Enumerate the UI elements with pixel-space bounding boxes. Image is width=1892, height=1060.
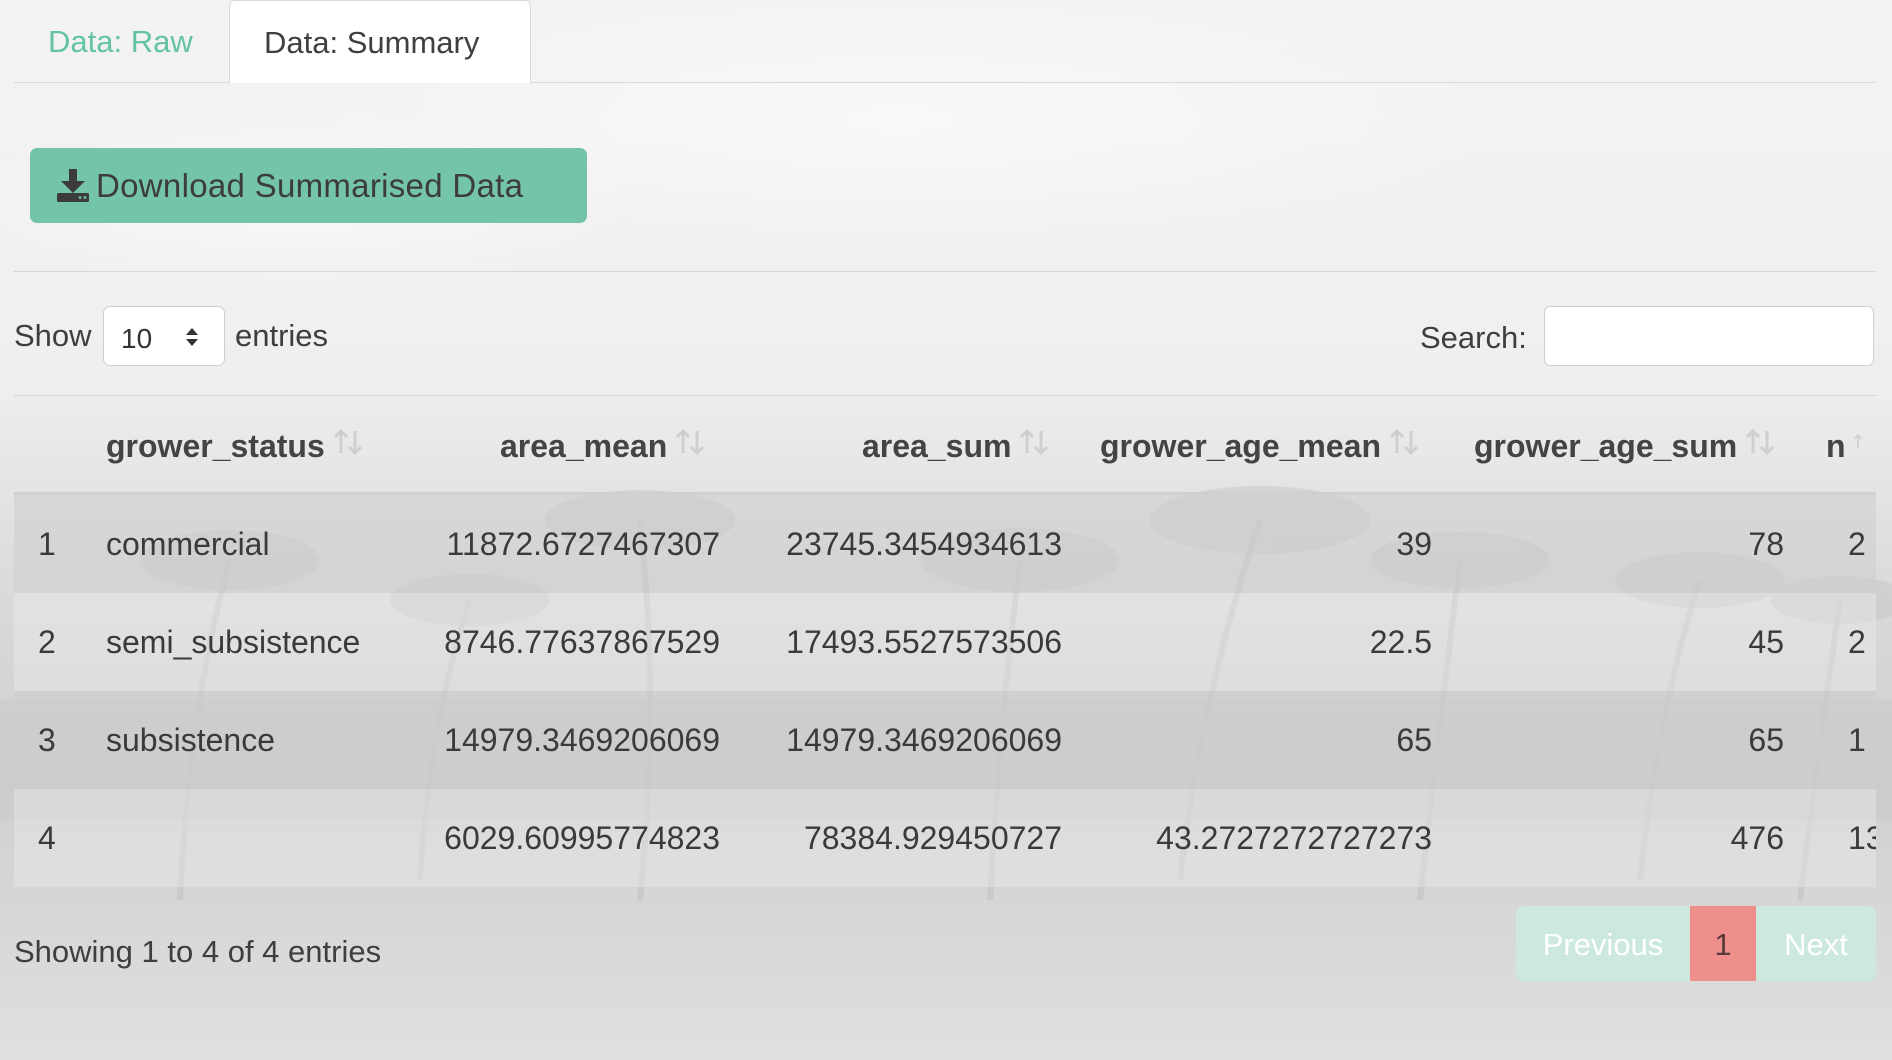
table-row[interactable]: 1 commercial 11872.6727467307 23745.3454… (14, 495, 1876, 593)
row-index: 3 (38, 722, 56, 758)
summary-table: grower_status area_mean area_sum grower_… (14, 396, 1876, 887)
column-header-grower-age-sum[interactable]: grower_age_sum (1474, 396, 1777, 492)
cell-area-sum: 14979.3469206069 (786, 722, 1062, 758)
select-caret-icon (186, 328, 198, 346)
cell-grower-age-sum: 476 (1730, 820, 1784, 856)
cell-grower-age-sum: 65 (1748, 722, 1784, 758)
cell-n: 1 (1848, 722, 1866, 758)
column-header-area-sum[interactable]: area_sum (862, 396, 1051, 492)
cell-grower-status: semi_subsistence (106, 624, 361, 660)
column-header-grower-status[interactable]: grower_status (106, 396, 365, 492)
cell-grower-age-sum: 78 (1748, 526, 1784, 562)
cell-grower-age-mean: 22.5 (1369, 624, 1432, 660)
cell-grower-age-mean: 65 (1396, 722, 1432, 758)
entries-per-page-select[interactable]: 10 (103, 306, 225, 366)
download-button-label: Download Summarised Data (96, 167, 524, 204)
column-header-grower-age-mean[interactable]: grower_age_mean (1100, 396, 1421, 492)
cell-grower-age-mean: 39 (1396, 526, 1432, 562)
show-label: Show (14, 318, 92, 353)
cell-area-mean: 8746.77637867529 (444, 624, 720, 660)
cell-n: 13 (1848, 820, 1876, 856)
sort-icon (1746, 428, 1775, 456)
cell-n: 2 (1848, 624, 1866, 660)
page-1-button[interactable]: 1 (1690, 906, 1756, 981)
tab-data-raw[interactable]: Data: Raw (14, 0, 229, 82)
cell-area-sum: 17493.5527573506 (786, 624, 1062, 660)
download-icon (57, 169, 89, 202)
table-row[interactable]: 2 semi_subsistence 8746.77637867529 1749… (14, 593, 1876, 691)
next-page-button[interactable]: Next (1756, 906, 1876, 981)
search-input[interactable] (1544, 306, 1874, 366)
download-summarised-data-button[interactable]: Download Summarised Data (30, 148, 587, 223)
tab-data-summary[interactable]: Data: Summary (229, 0, 531, 83)
sort-icon (1853, 434, 1862, 449)
sort-icon (676, 428, 705, 456)
divider (14, 271, 1876, 272)
cell-area-mean: 6029.60995774823 (444, 820, 720, 856)
previous-page-button[interactable]: Previous (1516, 906, 1690, 981)
cell-grower-status: subsistence (106, 722, 275, 758)
row-index: 2 (38, 624, 56, 660)
tab-bar: Data: Raw Data: Summary (14, 0, 1876, 83)
cell-area-sum: 78384.929450727 (803, 820, 1062, 856)
table-row[interactable]: 3 subsistence 14979.3469206069 14979.346… (14, 691, 1876, 789)
cell-grower-age-sum: 45 (1748, 624, 1784, 660)
cell-area-sum: 23745.3454934613 (786, 526, 1062, 562)
sort-icon (1389, 428, 1419, 456)
cell-area-mean: 14979.3469206069 (444, 722, 720, 758)
cell-grower-age-mean: 43.2727272727273 (1156, 820, 1432, 856)
row-index: 4 (38, 820, 56, 856)
cell-area-mean: 11872.6727467307 (446, 526, 720, 562)
cell-n: 2 (1848, 526, 1866, 562)
column-header-area-mean[interactable]: area_mean (500, 396, 707, 492)
table-info: Showing 1 to 4 of 4 entries (14, 934, 382, 969)
table-row[interactable]: 4 6029.60995774823 78384.929450727 43.27… (14, 789, 1876, 887)
column-header-n[interactable]: n (1826, 396, 1872, 492)
table-header: grower_status area_mean area_sum grower_… (14, 396, 1876, 495)
sort-icon (333, 428, 362, 456)
entries-label: entries (235, 318, 329, 353)
cell-grower-status: commercial (106, 526, 270, 562)
sort-icon (1020, 428, 1049, 456)
row-index: 1 (38, 526, 56, 562)
entries-per-page-value: 10 (121, 323, 153, 354)
search-label: Search: (1420, 320, 1527, 355)
